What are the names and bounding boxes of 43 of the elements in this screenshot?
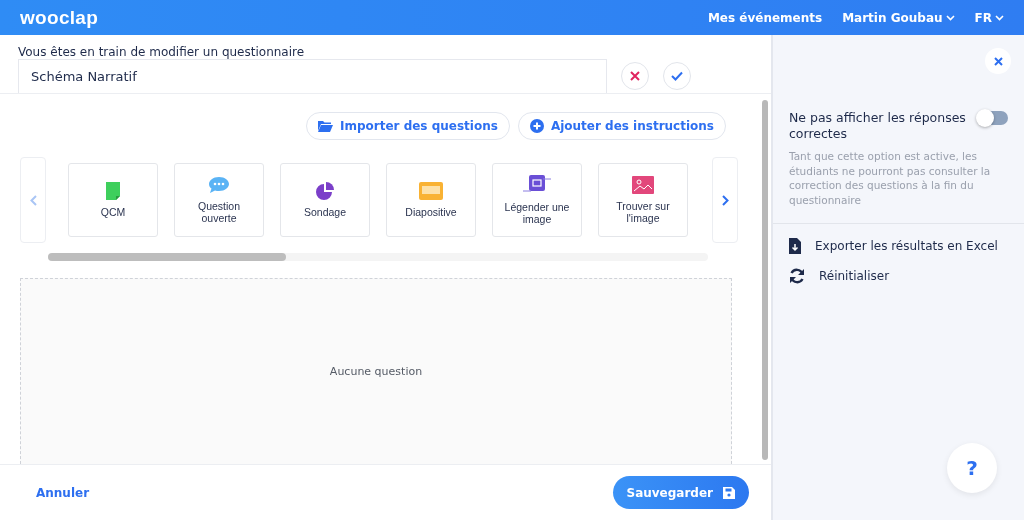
file-download-icon — [789, 238, 801, 254]
cancel-link[interactable]: Annuler — [36, 485, 90, 500]
help-button[interactable]: ? — [947, 443, 997, 493]
action-button[interactable]: Importer des questions — [305, 112, 510, 140]
slide-icon — [419, 182, 443, 200]
menu-link[interactable]: Exporter les résultats en Excel — [789, 238, 1008, 254]
chat-bubble-icon — [208, 176, 230, 194]
image-caption-icon — [523, 175, 551, 195]
refresh-icon — [789, 268, 805, 284]
title-field[interactable]: Schéma Narratif — [18, 59, 607, 93]
toggle-switch[interactable] — [978, 111, 1008, 125]
nav-link[interactable]: Mes événements — [707, 10, 823, 25]
close-icon — [993, 56, 1003, 66]
confirm-button[interactable] — [663, 62, 691, 90]
check-icon — [671, 71, 683, 81]
question-type-card[interactable]: Trouver sur l'image — [598, 163, 688, 237]
pie-chart-icon — [316, 182, 334, 200]
editor-caption: Vous êtes en train de modifier un questionnaire — [18, 45, 306, 59]
nav-link[interactable]: Martin Goubau — [842, 10, 955, 25]
document-icon — [106, 182, 120, 200]
empty-message: Aucune question — [329, 365, 423, 378]
chevron-down-icon — [945, 14, 955, 21]
option-help-text: Tant que cette option est active, les étudiants ne pourront pas consulter la correction des questions à la fin du questionnaire — [789, 149, 992, 207]
horizontal-scrollbar[interactable] — [48, 253, 708, 261]
question-type-card[interactable]: Sondage — [280, 163, 370, 237]
chevron-right-icon — [721, 194, 729, 206]
close-button[interactable] — [985, 48, 1011, 74]
action-button[interactable]: Ajouter des instructions — [517, 112, 726, 140]
save-button[interactable]: Sauvegarder — [612, 476, 749, 509]
menu-link[interactable]: Réinitialiser — [789, 268, 1008, 284]
chevron-down-icon — [995, 14, 1004, 21]
question-type-card[interactable]: Légender une image — [492, 163, 582, 237]
question-type-card[interactable]: QCM — [68, 163, 158, 237]
plus-circle-icon — [529, 119, 544, 133]
option-label: Ne pas afficher les réponses correctes — [789, 110, 967, 142]
image-icon — [632, 176, 654, 194]
folder-icon — [317, 120, 333, 132]
question-type-card[interactable]: Question ouverte — [174, 163, 264, 237]
close-icon — [630, 71, 640, 81]
question-type-card[interactable]: Diapositive — [386, 163, 476, 237]
chevron-left-icon — [29, 194, 37, 206]
cancel-edit-button[interactable] — [621, 62, 649, 90]
nav-link[interactable]: FR — [974, 10, 1004, 25]
